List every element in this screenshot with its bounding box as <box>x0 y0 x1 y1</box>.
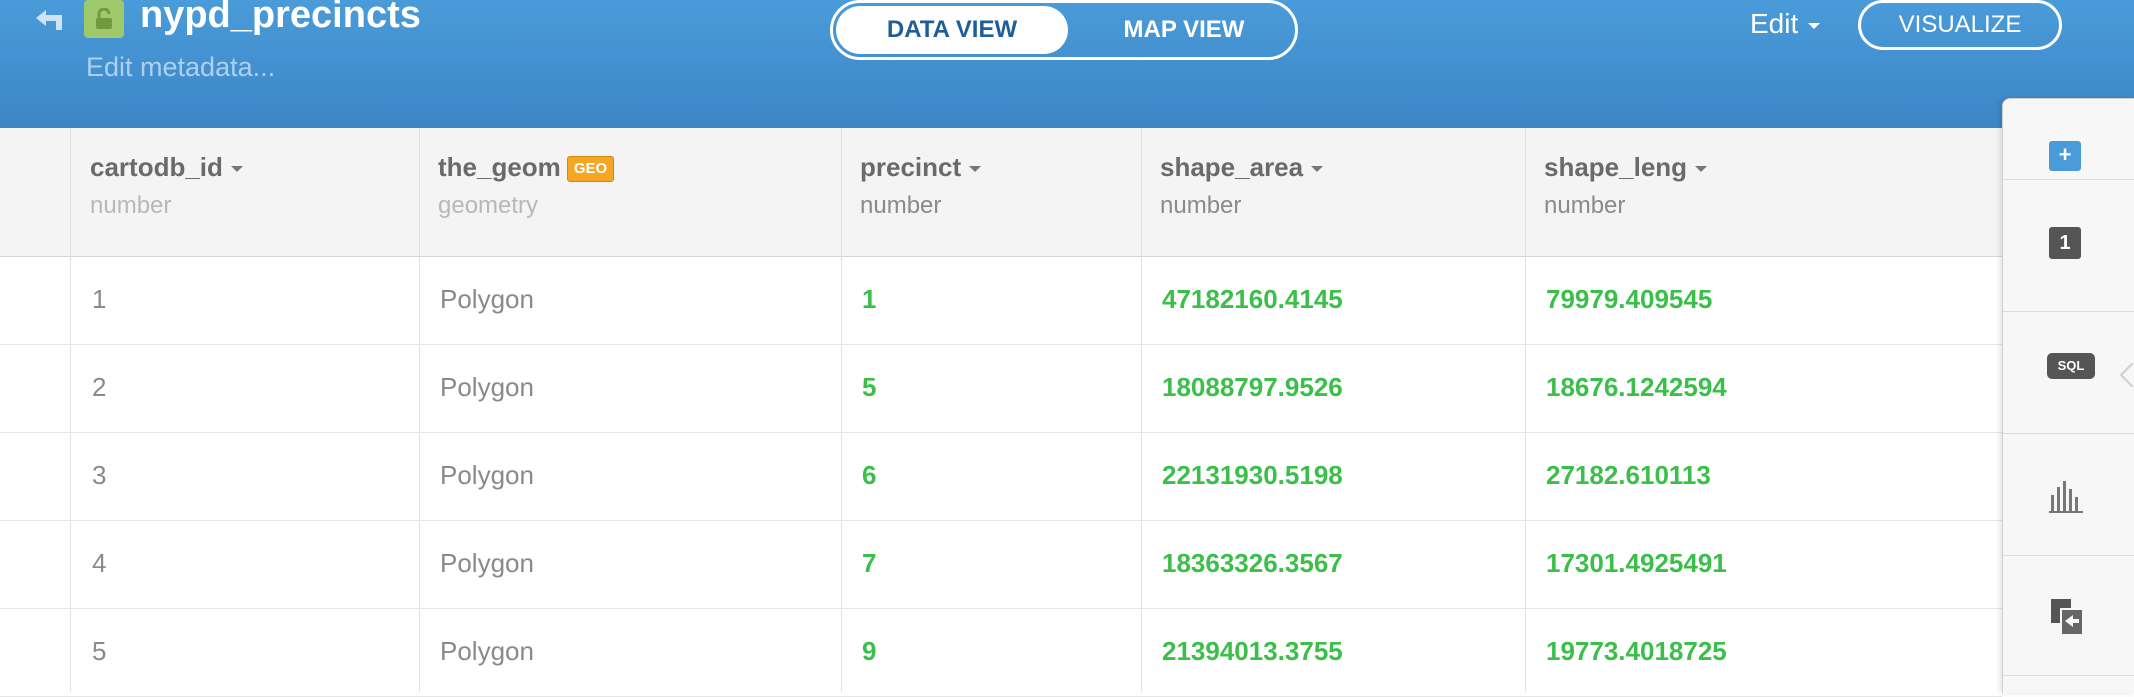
add-layer-item[interactable]: + <box>2003 99 2134 180</box>
view-toggle: DATA VIEW MAP VIEW <box>830 0 1298 60</box>
layer-number-badge: 1 <box>2049 227 2081 259</box>
cell-shape-leng[interactable]: 27182.610113 <box>1546 460 1711 491</box>
chevron-down-icon <box>969 166 982 173</box>
cell-precinct[interactable]: 6 <box>862 460 876 491</box>
panel-pull-tab-icon[interactable] <box>2119 363 2133 387</box>
cell-cartodb-id[interactable]: 1 <box>92 284 106 315</box>
cell-shape-leng[interactable]: 19773.4018725 <box>1546 636 1727 667</box>
chevron-down-icon <box>1311 166 1324 173</box>
cell-the-geom[interactable]: Polygon <box>440 372 534 403</box>
sql-panel-item[interactable]: SQL <box>2003 311 2134 434</box>
visualize-button[interactable]: VISUALIZE <box>1858 0 2062 50</box>
cell-the-geom[interactable]: Polygon <box>440 636 534 667</box>
cell-shape-leng[interactable]: 79979.409545 <box>1546 284 1712 315</box>
table-row: 1 Polygon 1 47182160.4145 79979.409545 <box>0 256 2002 345</box>
column-name: the_geom <box>438 152 561 182</box>
cell-precinct[interactable]: 7 <box>862 548 876 579</box>
cell-the-geom[interactable]: Polygon <box>440 548 534 579</box>
lock-icon[interactable] <box>84 0 124 38</box>
sql-icon: SQL <box>2047 353 2095 379</box>
export-panel-item[interactable] <box>2003 555 2134 676</box>
chevron-down-icon <box>1695 166 1708 173</box>
column-header-shape-leng[interactable]: shape_leng <box>1544 152 1708 183</box>
cell-precinct[interactable]: 1 <box>862 284 876 315</box>
cell-cartodb-id[interactable]: 3 <box>92 460 106 491</box>
table-title[interactable]: nypd_precincts <box>140 0 421 37</box>
edit-dropdown[interactable]: Edit <box>1750 8 1821 40</box>
cell-shape-leng[interactable]: 17301.4925491 <box>1546 548 1727 579</box>
add-icon[interactable]: + <box>2049 141 2081 171</box>
cell-cartodb-id[interactable]: 2 <box>92 372 106 403</box>
column-type: number <box>1160 192 1242 219</box>
table-row: 2 Polygon 5 18088797.9526 18676.1242594 <box>0 344 2002 433</box>
table-row: 5 Polygon 9 21394013.3755 19773.4018725 <box>0 608 2002 697</box>
side-panel: + 1 SQL <box>2002 98 2134 693</box>
export-icon <box>2051 599 2084 636</box>
back-arrow-icon[interactable] <box>32 6 66 32</box>
cell-shape-area[interactable]: 21394013.3755 <box>1162 636 1343 667</box>
app-header: nypd_precincts Edit metadata... DATA VIE… <box>0 0 2134 129</box>
table-row: 3 Polygon 6 22131930.5198 27182.610113 <box>0 432 2002 521</box>
column-name: shape_area <box>1160 152 1304 182</box>
column-header-shape-area[interactable]: shape_area <box>1160 152 1324 183</box>
table-header <box>0 128 2002 257</box>
column-type: number <box>1544 192 1626 219</box>
chart-icon <box>2049 481 2083 513</box>
cell-shape-leng[interactable]: 18676.1242594 <box>1546 372 1727 403</box>
tab-data-view[interactable]: DATA VIEW <box>836 6 1068 54</box>
cell-shape-area[interactable]: 22131930.5198 <box>1162 460 1343 491</box>
cell-cartodb-id[interactable]: 4 <box>92 548 106 579</box>
cell-the-geom[interactable]: Polygon <box>440 284 534 315</box>
column-name: cartodb_id <box>90 152 223 182</box>
column-type: number <box>860 192 942 219</box>
table-row: 4 Polygon 7 18363326.3567 17301.4925491 <box>0 520 2002 609</box>
column-header-cartodb-id[interactable]: cartodb_id <box>90 152 243 183</box>
chart-panel-item[interactable] <box>2003 433 2134 556</box>
cell-shape-area[interactable]: 47182160.4145 <box>1162 284 1343 315</box>
column-type: geometry <box>438 192 539 219</box>
edit-label: Edit <box>1750 8 1799 39</box>
chevron-down-icon <box>230 166 243 173</box>
edit-metadata-link[interactable]: Edit metadata... <box>86 52 275 83</box>
column-name: shape_leng <box>1544 152 1688 182</box>
column-name: precinct <box>860 152 962 182</box>
cell-shape-area[interactable]: 18363326.3567 <box>1162 548 1343 579</box>
geo-badge: GEO <box>566 156 615 183</box>
column-header-the-geom[interactable]: the_geom GEO <box>438 152 615 183</box>
cell-cartodb-id[interactable]: 5 <box>92 636 106 667</box>
chevron-down-icon <box>1808 22 1821 29</box>
layer-item[interactable]: 1 <box>2003 179 2134 312</box>
cell-precinct[interactable]: 9 <box>862 636 876 667</box>
column-header-precinct[interactable]: precinct <box>860 152 982 183</box>
tab-map-view[interactable]: MAP VIEW <box>1073 6 1295 54</box>
cell-precinct[interactable]: 5 <box>862 372 876 403</box>
cell-the-geom[interactable]: Polygon <box>440 460 534 491</box>
column-type: number <box>90 192 172 219</box>
cell-shape-area[interactable]: 18088797.9526 <box>1162 372 1343 403</box>
